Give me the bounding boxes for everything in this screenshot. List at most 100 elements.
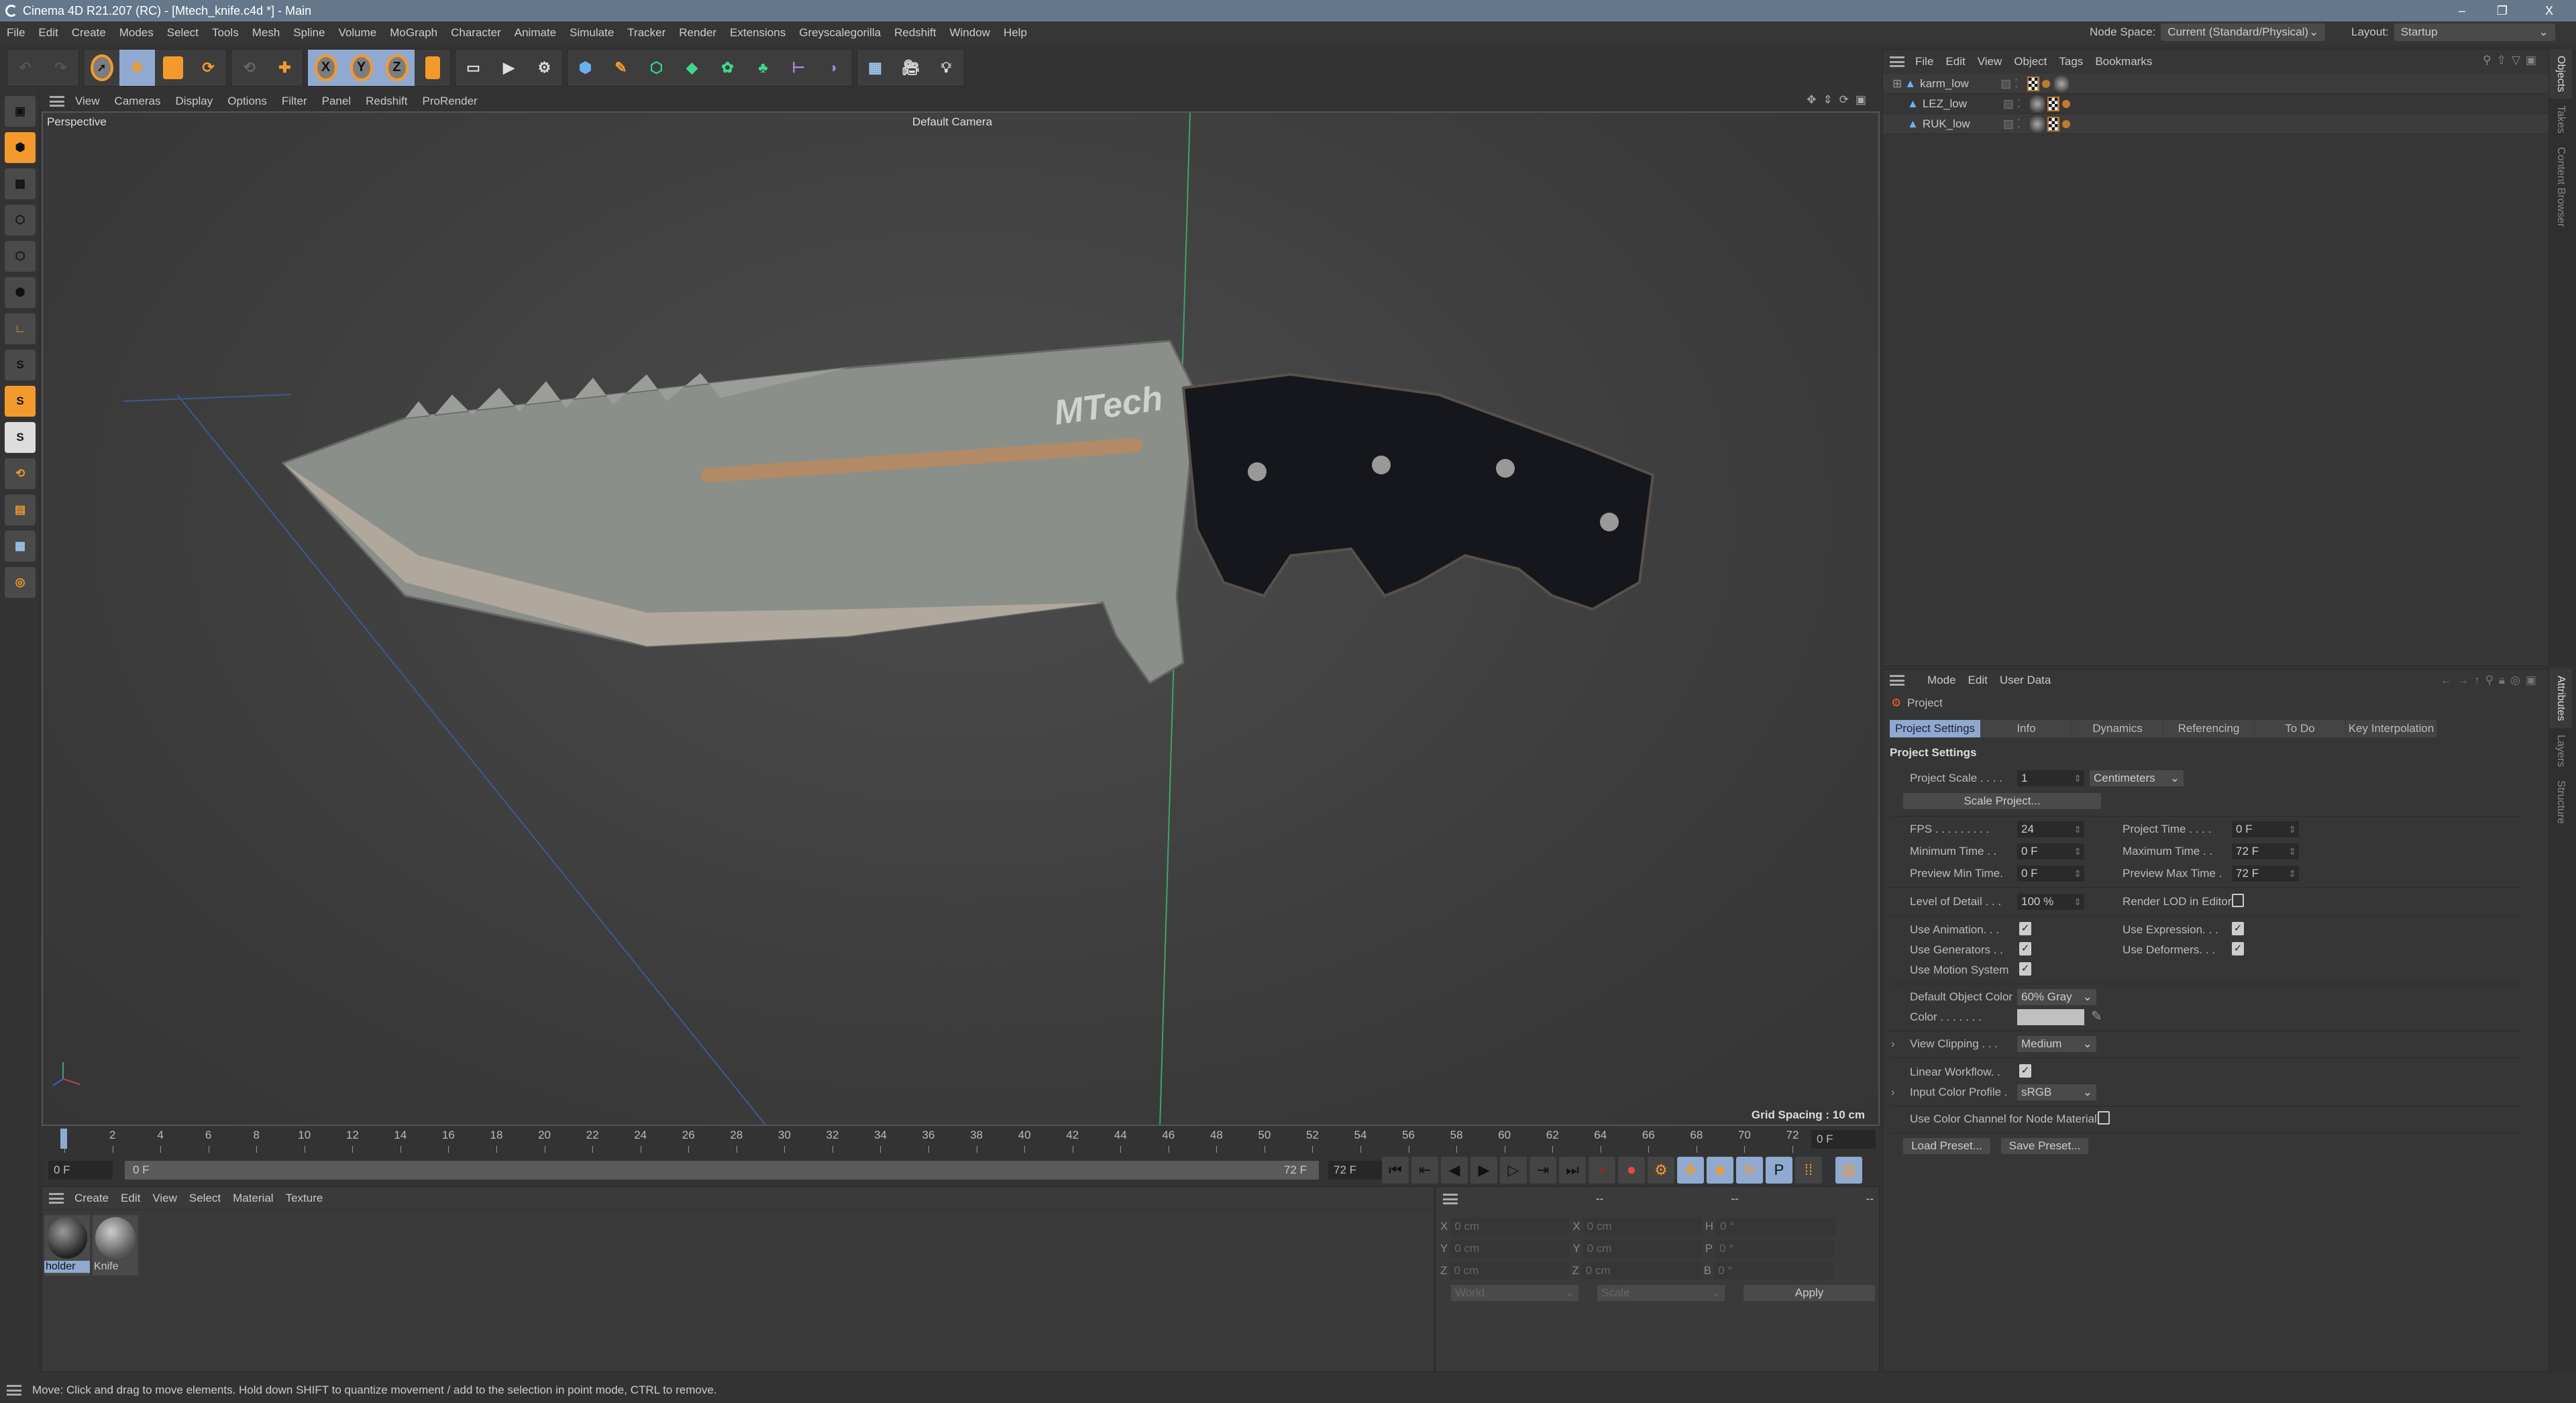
use-expression-checkbox[interactable]: ✓ <box>2232 922 2244 935</box>
render-settings-icon[interactable]: ⚙ <box>527 50 562 86</box>
size-mode-dropdown[interactable]: Scale ⌄ <box>1597 1285 1725 1301</box>
level-of-detail-input[interactable]: 100 % <box>2017 894 2084 910</box>
menu-redshift[interactable]: Redshift <box>894 26 936 40</box>
rotation-b-field[interactable]: 0 ° <box>1714 1262 1834 1280</box>
current-frame-field[interactable]: 0 F <box>1811 1130 1876 1149</box>
visibility-toggle-icon[interactable]: ▨ ⁚ <box>2003 97 2030 111</box>
render-picture-viewer-icon[interactable]: ▶ <box>491 50 527 86</box>
previous-frame-icon[interactable]: ◀ <box>1441 1157 1468 1184</box>
material-menu-view[interactable]: View <box>152 1192 177 1205</box>
viewport-menu-view[interactable]: View <box>75 95 100 108</box>
attribute-nav-icons[interactable]: ←→↑⚲🔒︎◎▣ <box>2440 674 2542 687</box>
workplane-icon[interactable]: ⟲ <box>5 458 36 489</box>
material-menu-create[interactable]: Create <box>74 1192 109 1205</box>
position-z-field[interactable]: 0 cm <box>1450 1262 1570 1280</box>
x-axis-icon[interactable]: X <box>308 49 343 86</box>
menu-tracker[interactable]: Tracker <box>627 26 665 40</box>
color-swatch[interactable] <box>2017 1009 2084 1025</box>
rotation-p-field[interactable]: 0 ° <box>1715 1240 1835 1257</box>
object-manager-tool-icons[interactable]: ⚲⇧▽▣ <box>2483 54 2542 67</box>
go-to-start-icon[interactable]: ⏮ <box>1382 1157 1409 1184</box>
menu-create[interactable]: Create <box>72 26 106 40</box>
units-dropdown[interactable]: Centimeters ⌄ <box>2090 770 2184 786</box>
psr-icon[interactable]: ⟲ <box>231 50 267 86</box>
tab-to-do[interactable]: To Do <box>2255 720 2346 737</box>
linear-workflow-checkbox[interactable]: ✓ <box>2019 1064 2031 1078</box>
material-menu-material[interactable]: Material <box>233 1192 273 1205</box>
viewport-menu-redshift[interactable]: Redshift <box>366 95 407 108</box>
attr-menu-user-data[interactable]: User Data <box>2000 674 2051 687</box>
array-icon[interactable]: ♣ <box>745 50 781 86</box>
tab-attributes[interactable]: Attributes <box>2549 669 2572 728</box>
object-menu-object[interactable]: Object <box>2014 55 2047 68</box>
layout-dropdown[interactable]: Startup ⌄ <box>2394 23 2555 41</box>
preview-min-time-input[interactable]: 0 F <box>2017 866 2084 882</box>
material-menu-edit[interactable]: Edit <box>121 1192 140 1205</box>
color-channel-node-checkbox[interactable] <box>2098 1111 2110 1125</box>
light-icon[interactable]: 💡︎ <box>928 50 964 86</box>
object-menu-bookmarks[interactable]: Bookmarks <box>2095 55 2152 68</box>
tab-dynamics[interactable]: Dynamics <box>2072 720 2163 737</box>
position-x-field[interactable]: 0 cm <box>1450 1218 1570 1235</box>
viewport-menu-prorender[interactable]: ProRender <box>423 95 478 108</box>
minimize-button[interactable]: – <box>2442 0 2482 21</box>
material-tag-icon[interactable] <box>2029 95 2045 113</box>
cube-icon[interactable]: ⬢ <box>568 50 603 86</box>
object-menu-view[interactable]: View <box>1978 55 2002 68</box>
hamburger-icon[interactable] <box>50 95 64 107</box>
visibility-toggle-icon[interactable]: ▨ ⁚ <box>2000 77 2027 91</box>
material-knife[interactable]: Knife <box>93 1215 138 1276</box>
selection-tag-icon[interactable] <box>2061 99 2070 108</box>
size-x-field[interactable]: 0 cm <box>1582 1218 1703 1235</box>
y-axis-icon[interactable]: Y <box>343 49 379 86</box>
extrude-icon[interactable]: ◆ <box>674 50 710 86</box>
camera-icon[interactable]: 🎥︎ <box>893 50 928 86</box>
position-y-field[interactable]: 0 cm <box>1450 1240 1570 1257</box>
next-frame-icon[interactable]: ▷ <box>1500 1157 1527 1184</box>
cloner-icon[interactable]: ✿ <box>710 50 745 86</box>
tab-structure[interactable]: Structure <box>2549 774 2572 831</box>
next-key-icon[interactable]: ⇥ <box>1529 1157 1556 1184</box>
menu-help[interactable]: Help <box>1004 26 1027 40</box>
load-preset-button[interactable]: Load Preset... <box>1903 1138 1990 1154</box>
viewport-menu-filter[interactable]: Filter <box>282 95 307 108</box>
z-axis-icon[interactable]: Z <box>379 49 415 86</box>
fps-input[interactable]: 24 <box>2017 821 2084 837</box>
close-button[interactable]: X <box>2529 0 2569 21</box>
project-time-input[interactable]: 0 F <box>2232 821 2299 837</box>
snap-settings-icon[interactable]: S <box>5 386 36 417</box>
key-scale-icon[interactable]: ■ <box>1707 1157 1733 1184</box>
menu-animate[interactable]: Animate <box>515 26 556 40</box>
minimum-time-input[interactable]: 0 F <box>2017 843 2084 860</box>
uvw-tag-icon[interactable] <box>2047 96 2059 111</box>
material-menu-texture[interactable]: Texture <box>286 1192 323 1205</box>
timeline-ruler[interactable]: 0246810121416182022242628303234363840424… <box>40 1126 1880 1155</box>
axis-mode-icon[interactable]: ∟ <box>5 313 36 344</box>
timeline-window-icon[interactable]: ▥ <box>1835 1157 1862 1184</box>
viewport-menu-cameras[interactable]: Cameras <box>115 95 161 108</box>
menu-extensions[interactable]: Extensions <box>730 26 786 40</box>
size-y-field[interactable]: 0 cm <box>1582 1240 1703 1257</box>
preview-range-slider[interactable]: 0 F 72 F <box>125 1161 1319 1180</box>
object-menu-edit[interactable]: Edit <box>1945 55 1965 68</box>
expand-chevron-icon[interactable]: › <box>1891 1037 1895 1051</box>
redo-icon[interactable]: ↷ <box>43 50 78 86</box>
tab-project-settings[interactable]: Project Settings <box>1890 720 1981 737</box>
hamburger-icon[interactable] <box>1443 1194 1458 1204</box>
select-tool-icon[interactable]: ➚ <box>84 50 119 86</box>
object-menu-tags[interactable]: Tags <box>2059 55 2083 68</box>
rotate-tool-icon[interactable]: ⟳ <box>191 50 226 86</box>
material-menu-select[interactable]: Select <box>189 1192 221 1205</box>
eyedropper-icon[interactable]: ✎ <box>2091 1008 2102 1025</box>
tab-key-interpolation[interactable]: Key Interpolation <box>2346 720 2437 737</box>
hamburger-icon[interactable] <box>1890 56 1904 67</box>
texture-mode-icon[interactable]: ▩ <box>5 168 36 199</box>
default-object-color-dropdown[interactable]: 60% Gray ⌄ <box>2017 989 2096 1005</box>
floor-icon[interactable]: ▦ <box>857 50 893 86</box>
edges-mode-icon[interactable]: ⬡ <box>5 241 36 272</box>
use-generators-checkbox[interactable]: ✓ <box>2019 942 2031 955</box>
preview-max-time-input[interactable]: 72 F <box>2232 866 2299 882</box>
material-holder[interactable]: holder <box>44 1215 90 1276</box>
menu-mograph[interactable]: MoGraph <box>390 26 437 40</box>
start-frame-field[interactable]: 0 F <box>48 1161 113 1180</box>
